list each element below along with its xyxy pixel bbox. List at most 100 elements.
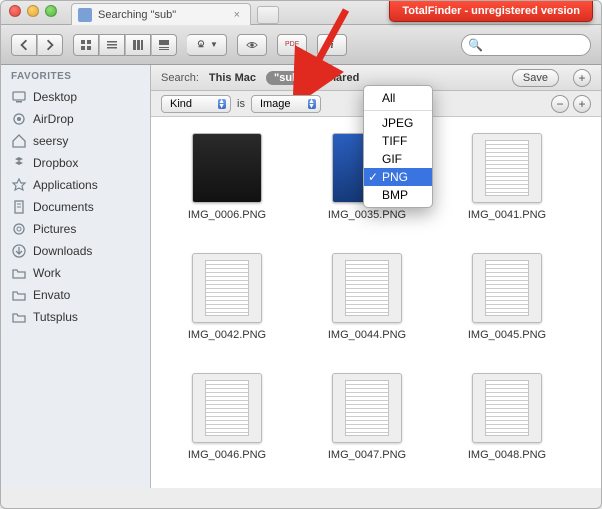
save-search-button[interactable]: Save (512, 69, 559, 87)
pdf-button[interactable]: PDF (277, 34, 307, 56)
sidebar-item-label: Work (33, 266, 61, 280)
file-name: IMG_0047.PNG (328, 449, 406, 461)
sidebar-item-work[interactable]: Work (1, 262, 150, 284)
file-item[interactable]: IMG_0006.PNG (157, 127, 297, 247)
minimize-window-button[interactable] (27, 5, 39, 17)
tab-title: Searching "sub" (98, 9, 176, 21)
toolbar: ▼ PDF i 🔍 (1, 25, 601, 65)
sidebar-item-label: Downloads (33, 244, 92, 258)
filetype-dropdown[interactable]: All JPEGTIFFGIFPNGBMP (363, 85, 433, 208)
icon-view-button[interactable] (73, 34, 99, 56)
dropbox-icon (11, 155, 27, 171)
file-item[interactable]: IMG_0044.PNG (297, 247, 437, 367)
sidebar-item-label: Desktop (33, 90, 77, 104)
nav-buttons (11, 34, 63, 56)
file-name: IMG_0045.PNG (468, 329, 546, 341)
sidebar-item-tutsplus[interactable]: Tutsplus (1, 306, 150, 328)
zoom-window-button[interactable] (45, 5, 57, 17)
sidebar-item-airdrop[interactable]: AirDrop (1, 108, 150, 130)
back-button[interactable] (11, 34, 37, 56)
sidebar-item-seersy[interactable]: seersy (1, 130, 150, 152)
close-window-button[interactable] (9, 5, 21, 17)
unregistered-banner[interactable]: TotalFinder - unregistered version (389, 1, 593, 22)
sidebar-header-favorites: FAVORITES (1, 65, 150, 86)
file-name: IMG_0048.PNG (468, 449, 546, 461)
tab-close-icon[interactable]: × (234, 9, 240, 21)
dropdown-item-png[interactable]: PNG (364, 168, 432, 186)
new-tab-button[interactable] (257, 6, 279, 24)
criteria-attribute-popup[interactable]: Kind ▲▼ (161, 95, 231, 113)
sidebar-item-label: Applications (33, 178, 98, 192)
search-favicon-icon (78, 8, 92, 22)
remove-criteria-button[interactable]: − (551, 95, 569, 113)
sidebar-item-label: Documents (33, 200, 94, 214)
sidebar-item-pictures[interactable]: Pictures (1, 218, 150, 240)
file-thumbnail (192, 373, 262, 443)
file-name: IMG_0041.PNG (468, 209, 546, 221)
dropdown-item-all[interactable]: All (364, 89, 432, 107)
file-item[interactable]: IMG_0041.PNG (437, 127, 577, 247)
folder-icon (11, 265, 27, 281)
coverflow-view-button[interactable] (151, 34, 177, 56)
sidebar-item-applications[interactable]: Applications (1, 174, 150, 196)
scope-shared[interactable]: Shared (322, 72, 359, 84)
sidebar-item-label: seersy (33, 134, 68, 148)
search-field[interactable]: 🔍 (461, 34, 591, 56)
finder-window: TotalFinder - unregistered version Searc… (0, 0, 602, 509)
info-icon: i (330, 39, 333, 51)
tab-searching[interactable]: Searching "sub" × (71, 3, 251, 25)
file-item[interactable] (437, 487, 577, 488)
criteria-value-label: Image (260, 98, 291, 110)
sidebar-item-documents[interactable]: Documents (1, 196, 150, 218)
add-criteria-button[interactable]: + (573, 95, 591, 113)
criteria-value-popup[interactable]: Image ▲▼ (251, 95, 321, 113)
scope-sub[interactable]: "sub" (266, 71, 312, 85)
file-item[interactable]: IMG_0046.PNG (157, 367, 297, 487)
file-name: IMG_0042.PNG (188, 329, 266, 341)
file-thumbnail (472, 373, 542, 443)
file-thumbnail (472, 133, 542, 203)
file-item[interactable]: IMG_0045.PNG (437, 247, 577, 367)
file-thumbnail (332, 373, 402, 443)
add-scope-button[interactable]: + (573, 69, 591, 87)
dropdown-item-jpeg[interactable]: JPEG (364, 114, 432, 132)
file-item[interactable] (157, 487, 297, 488)
quicklook-button[interactable] (237, 34, 267, 56)
file-thumbnail (192, 133, 262, 203)
downloads-icon (11, 243, 27, 259)
sidebar-item-label: Tutsplus (33, 310, 78, 324)
criteria-is: is (237, 98, 245, 110)
desktop-icon (11, 89, 27, 105)
column-view-button[interactable] (125, 34, 151, 56)
sidebar-item-label: Pictures (33, 222, 76, 236)
dropdown-item-tiff[interactable]: TIFF (364, 132, 432, 150)
search-icon: 🔍 (468, 38, 483, 52)
file-name: IMG_0046.PNG (188, 449, 266, 461)
sidebar-item-dropbox[interactable]: Dropbox (1, 152, 150, 174)
list-view-button[interactable] (99, 34, 125, 56)
file-item[interactable]: IMG_0047.PNG (297, 367, 437, 487)
sidebar-item-envato[interactable]: Envato (1, 284, 150, 306)
dropdown-item-gif[interactable]: GIF (364, 150, 432, 168)
forward-button[interactable] (37, 34, 63, 56)
file-item[interactable]: IMG_0042.PNG (157, 247, 297, 367)
pictures-icon (11, 221, 27, 237)
file-thumbnail (192, 253, 262, 323)
file-name: IMG_0006.PNG (188, 209, 266, 221)
file-thumbnail (472, 253, 542, 323)
file-item[interactable] (297, 487, 437, 488)
dropdown-item-bmp[interactable]: BMP (364, 186, 432, 204)
applications-icon (11, 177, 27, 193)
scope-this-mac[interactable]: This Mac (209, 72, 256, 84)
airdrop-icon (11, 111, 27, 127)
info-button[interactable]: i (317, 34, 347, 56)
view-buttons (73, 34, 177, 56)
file-item[interactable]: IMG_0048.PNG (437, 367, 577, 487)
sidebar-item-desktop[interactable]: Desktop (1, 86, 150, 108)
file-thumbnail (332, 253, 402, 323)
sidebar-item-label: Envato (33, 288, 70, 302)
sidebar-item-downloads[interactable]: Downloads (1, 240, 150, 262)
search-input[interactable] (487, 39, 584, 51)
action-menu-button[interactable]: ▼ (187, 34, 227, 56)
documents-icon (11, 199, 27, 215)
